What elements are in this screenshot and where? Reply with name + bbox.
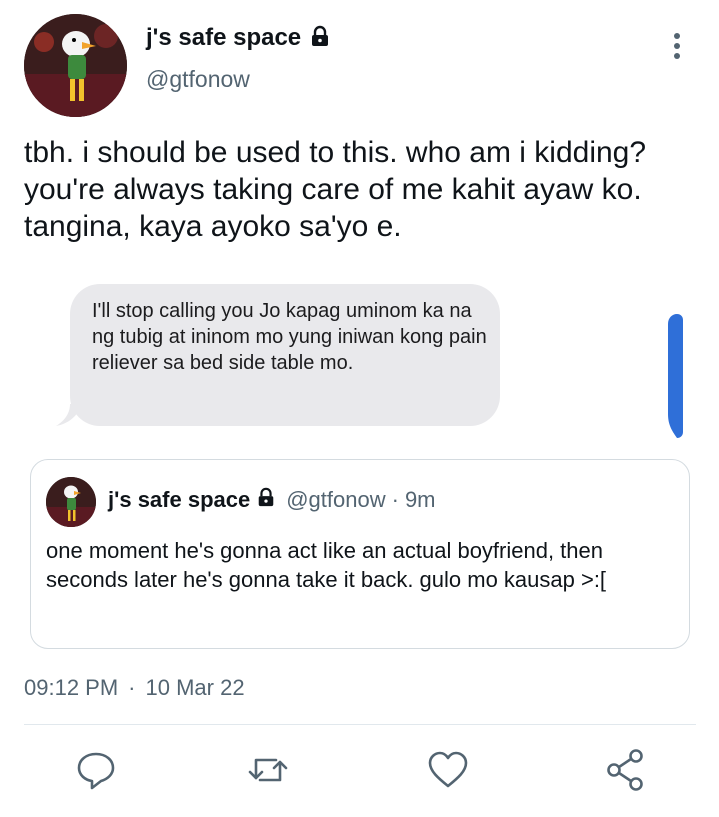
heart-icon[interactable] (426, 748, 470, 792)
quoted-header: j's safe space @gtfonow · 9m (108, 487, 436, 513)
quoted-time: 9m (404, 487, 436, 512)
reply-icon[interactable] (74, 748, 118, 792)
tweet-author[interactable]: j's safe space (146, 24, 331, 52)
action-bar (0, 748, 719, 798)
bubble-tail (56, 404, 82, 426)
share-icon[interactable] (604, 748, 648, 792)
lock-icon (256, 487, 276, 513)
tweet-text: tbh. i should be used to this. who am i … (24, 136, 647, 243)
retweet-icon[interactable] (246, 748, 290, 792)
user-handle[interactable]: @gtfonow (146, 66, 250, 93)
message-text: I'll stop calling you Jo kapag uminom ka… (92, 300, 487, 374)
separator: · (128, 675, 136, 700)
lock-icon (309, 25, 331, 52)
tweet-date[interactable]: 10 Mar 22 (146, 675, 245, 701)
quoted-display-name: j's safe space (108, 487, 251, 512)
display-name[interactable]: j's safe space (146, 24, 301, 52)
divider (24, 724, 696, 725)
tweet-avatar[interactable] (24, 14, 127, 117)
tweet-time[interactable]: 09:12 PM (24, 675, 118, 701)
more-vertical-icon[interactable] (669, 30, 685, 64)
separator: · (391, 487, 399, 512)
quoted-handle: @gtfonow (286, 487, 386, 512)
quoted-avatar[interactable] (46, 477, 96, 527)
quoted-text: one moment he's gonna act like an actual… (46, 538, 607, 592)
tweet-metadata: 09:12 PM · 10 Mar 22 (24, 675, 245, 701)
scrollbar-thumb[interactable] (667, 314, 683, 438)
